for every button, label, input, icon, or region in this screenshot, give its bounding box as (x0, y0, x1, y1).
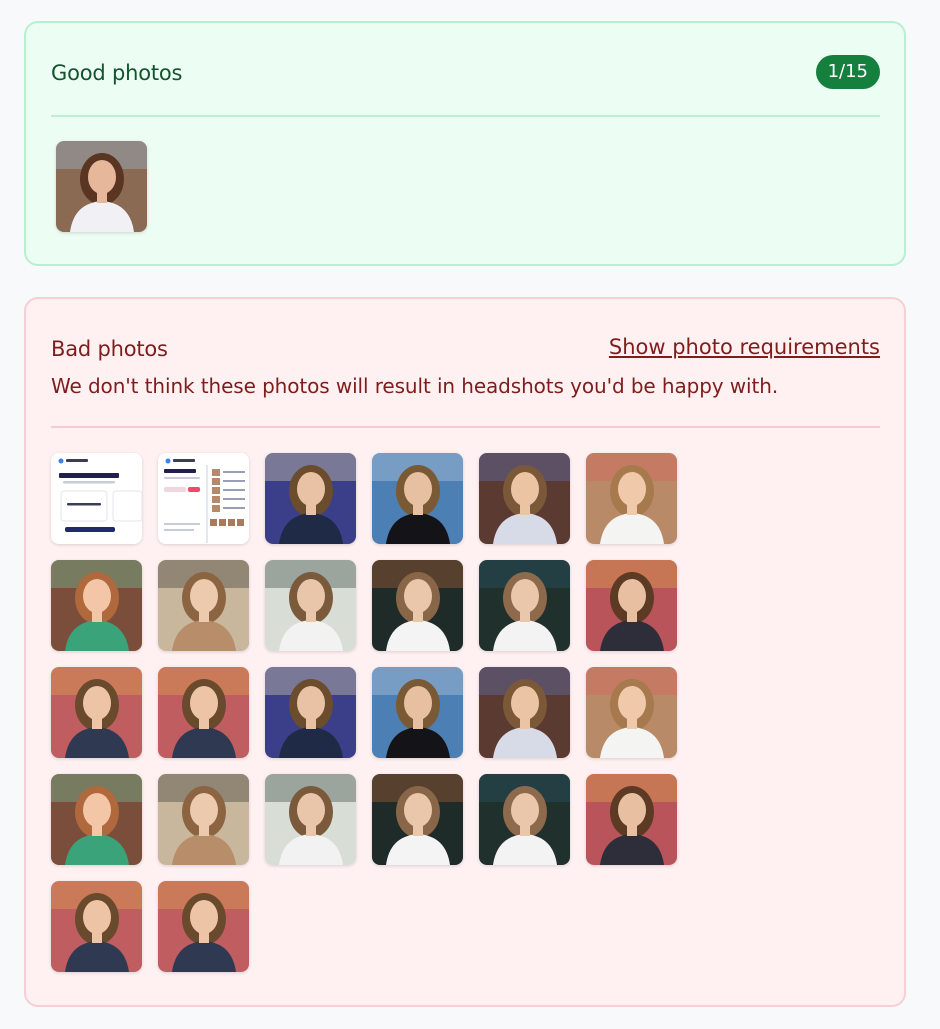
show-photo-requirements-link[interactable]: Show photo requirements (609, 335, 880, 359)
bad-photo-thumbnail[interactable] (158, 774, 249, 865)
bad-photos-description: We don't think these photos will result … (51, 374, 779, 398)
bad-photo-thumbnail[interactable] (51, 560, 142, 651)
bad-photo-thumbnail[interactable] (51, 667, 142, 758)
bad-photo-thumbnail[interactable] (586, 560, 677, 651)
bad-photo-thumbnail[interactable] (265, 560, 356, 651)
bad-photo-thumbnail[interactable] (158, 560, 249, 651)
bad-photos-title: Bad photos (51, 337, 168, 361)
bad-photo-thumbnail[interactable] (372, 453, 463, 544)
bad-photo-thumbnail[interactable] (372, 774, 463, 865)
bad-photos-grid (51, 453, 691, 972)
good-photos-title: Good photos (51, 61, 183, 85)
bad-photo-thumbnail[interactable] (51, 881, 142, 972)
bad-photo-thumbnail[interactable] (265, 453, 356, 544)
bad-photo-thumbnail[interactable] (372, 667, 463, 758)
good-photos-divider (51, 115, 880, 117)
bad-photo-thumbnail[interactable] (479, 774, 570, 865)
bad-photos-divider (51, 426, 880, 428)
bad-photo-thumbnail[interactable] (372, 560, 463, 651)
bad-photo-thumbnail[interactable] (479, 667, 570, 758)
bad-photo-thumbnail[interactable] (158, 453, 249, 544)
good-photos-panel: Good photos 1/15 (24, 21, 906, 266)
bad-photo-thumbnail[interactable] (479, 453, 570, 544)
bad-photo-thumbnail[interactable] (586, 774, 677, 865)
bad-photos-panel: Bad photos Show photo requirements We do… (24, 297, 906, 1007)
bad-photo-thumbnail[interactable] (158, 667, 249, 758)
bad-photo-thumbnail[interactable] (265, 667, 356, 758)
good-photo-thumbnail[interactable] (56, 141, 147, 232)
bad-photo-thumbnail[interactable] (51, 774, 142, 865)
good-photos-count-badge: 1/15 (815, 55, 880, 89)
bad-photo-thumbnail[interactable] (586, 667, 677, 758)
bad-photo-thumbnail[interactable] (479, 560, 570, 651)
bad-photo-thumbnail[interactable] (586, 453, 677, 544)
bad-photo-thumbnail[interactable] (51, 453, 142, 544)
bad-photo-thumbnail[interactable] (265, 774, 356, 865)
bad-photo-thumbnail[interactable] (158, 881, 249, 972)
